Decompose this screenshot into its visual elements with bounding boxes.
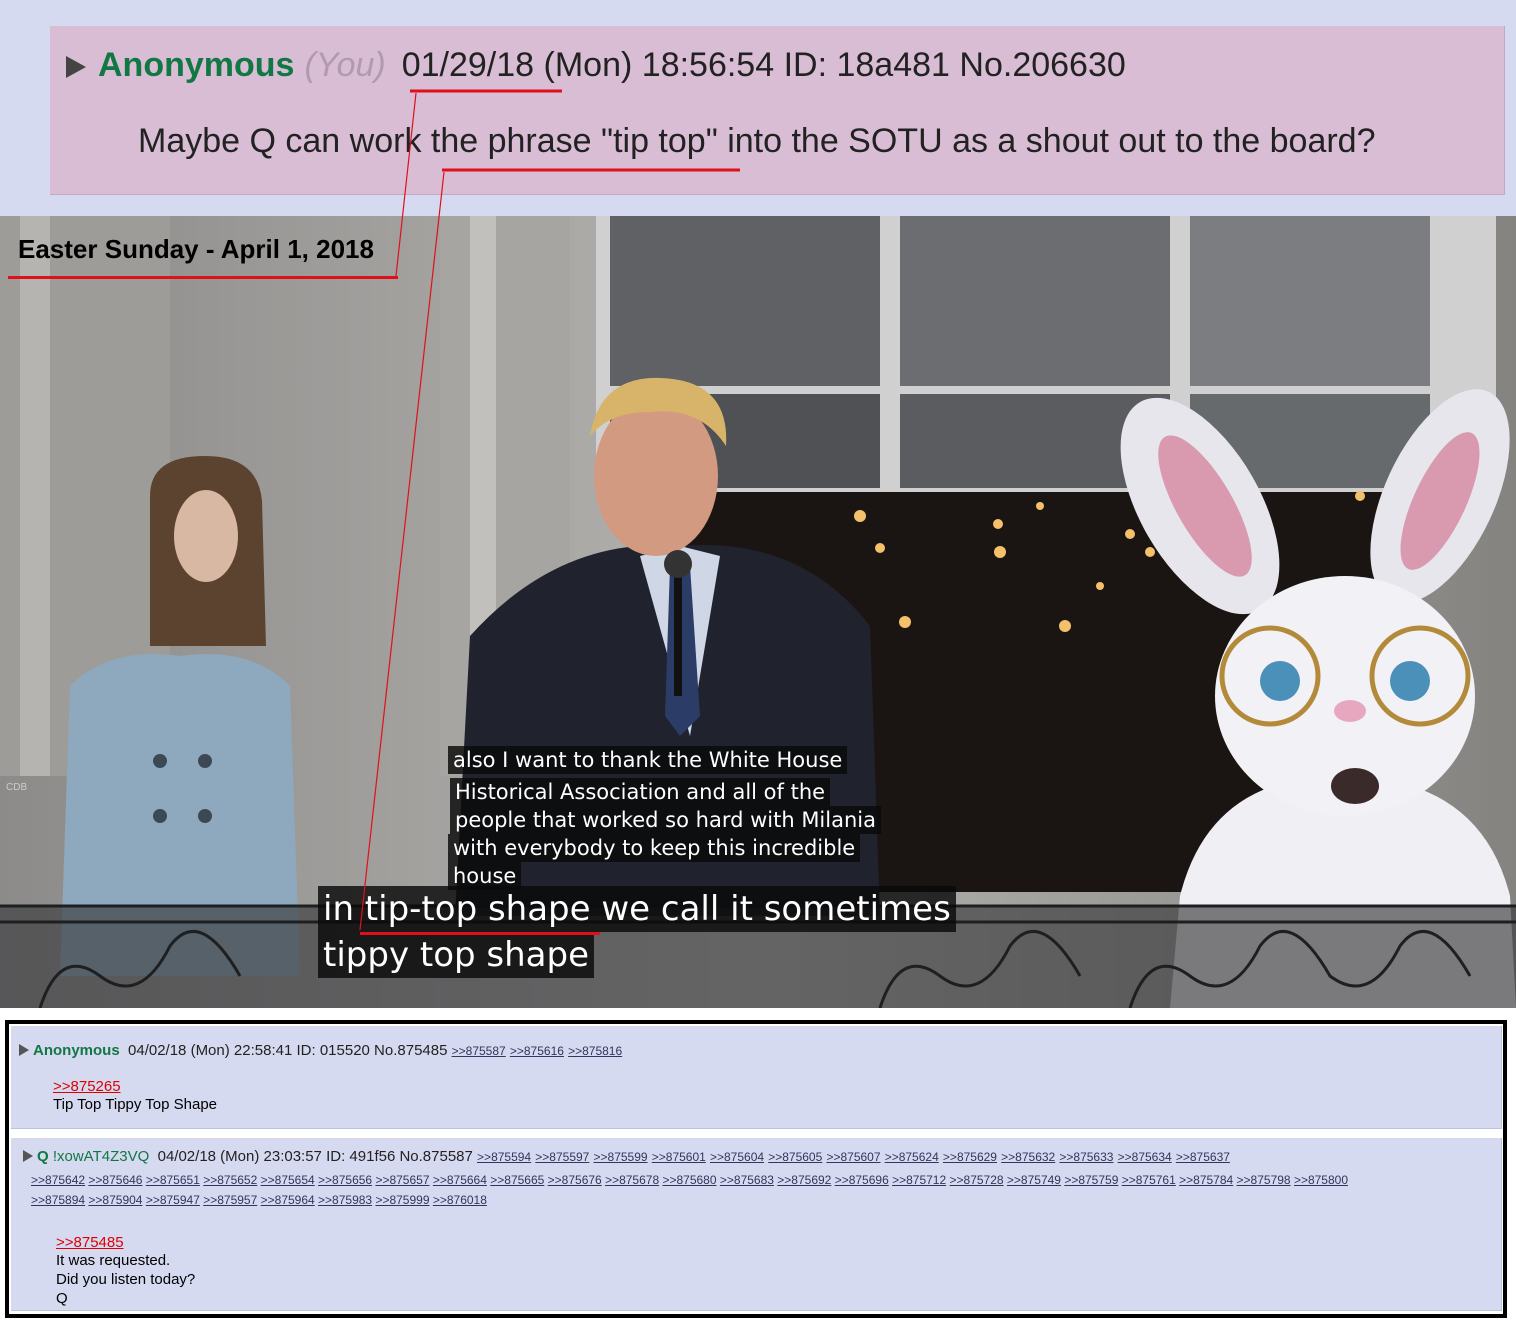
post-text-line-2: Did you listen today? [56, 1271, 196, 1288]
backlink[interactable]: >>875601 [652, 1150, 706, 1164]
backlink[interactable]: >>875728 [950, 1173, 1004, 1187]
backlink[interactable]: >>875964 [261, 1193, 315, 1207]
backlink[interactable]: >>875651 [146, 1173, 200, 1187]
post-text: Tip Top Tippy Top Shape [53, 1096, 218, 1113]
top-post-header: Anonymous (You) 01/29/18 (Mon) 18:56:54 ID… [66, 46, 1126, 85]
backlink[interactable]: >>875654 [261, 1173, 315, 1187]
watermark-logo: CDB [6, 782, 28, 793]
backlink[interactable]: >>875676 [548, 1173, 602, 1187]
reply-post-anonymous: Anonymous 04/02/18 (Mon) 22:58:41 ID: 01… [11, 1026, 1502, 1129]
caption-line-4: with everybody to keep this incredible [448, 834, 861, 862]
post-message: Maybe Q can work the phrase "tip top" in… [138, 122, 1376, 160]
poster-name: Anonymous [33, 1042, 120, 1059]
bottom-posts-box: Anonymous 04/02/18 (Mon) 22:58:41 ID: 01… [5, 1020, 1507, 1318]
poster-name: Anonymous [98, 46, 295, 84]
backlink[interactable]: >>875599 [594, 1150, 648, 1164]
post-header: Anonymous 04/02/18 (Mon) 22:58:41 ID: 01… [19, 1042, 622, 1059]
post-body: >>875265 Tip Top Tippy Top Shape [53, 1078, 217, 1114]
backlink[interactable]: >>875604 [710, 1150, 764, 1164]
backlinks-list: >>875642 >>875646 >>875651 >>875652 >>87… [31, 1170, 1491, 1210]
backlink[interactable]: >>875712 [892, 1173, 946, 1187]
backlink[interactable]: >>875634 [1118, 1150, 1172, 1164]
backlink[interactable]: >>875652 [203, 1173, 257, 1187]
reply-post-q: Q !xowAT4Z3VQ 04/02/18 (Mon) 23:03:57 ID… [11, 1138, 1502, 1311]
large-caption-line-1: in tip-top shape we call it sometimes [318, 886, 956, 932]
caption-line-3: people that worked so hard with Milania [450, 806, 881, 834]
triangle-icon[interactable] [23, 1150, 33, 1162]
backlink[interactable]: >>875656 [318, 1173, 372, 1187]
backlink[interactable]: >>875816 [568, 1044, 622, 1058]
backlink[interactable]: >>875624 [885, 1150, 939, 1164]
backlink[interactable]: >>875800 [1294, 1173, 1348, 1187]
backlink[interactable]: >>875983 [318, 1193, 372, 1207]
backlink[interactable]: >>875607 [826, 1150, 880, 1164]
caption-line-2: Historical Association and all of the [450, 778, 831, 806]
post-number[interactable]: No.875587 [399, 1148, 472, 1165]
post-signature: Q [56, 1290, 68, 1307]
backlink[interactable]: >>875605 [768, 1150, 822, 1164]
post-date: 04/02/18 (Mon) 22:58:41 [128, 1042, 293, 1059]
backlink[interactable]: >>875683 [720, 1173, 774, 1187]
backlink[interactable]: >>875749 [1007, 1173, 1061, 1187]
triangle-icon[interactable] [19, 1044, 29, 1056]
backlink[interactable]: >>875784 [1179, 1173, 1233, 1187]
post-id[interactable]: ID: 491f56 [326, 1148, 395, 1165]
top-post: Anonymous (You) 01/29/18 (Mon) 18:56:54 ID… [50, 26, 1505, 195]
post-time: 18:56:54 [641, 46, 775, 84]
backlink[interactable]: >>875680 [662, 1173, 716, 1187]
triangle-icon[interactable] [66, 56, 86, 79]
you-label: (You) [304, 46, 386, 84]
backlink[interactable]: >>875657 [375, 1173, 429, 1187]
tripcode: !xowAT4Z3VQ [52, 1148, 150, 1165]
backlink[interactable]: >>875664 [433, 1173, 487, 1187]
poster-name: Q [37, 1148, 49, 1165]
post-date: 01/29/18 [401, 46, 535, 84]
post-text-line-1: It was requested. [56, 1252, 171, 1269]
backlink[interactable]: >>876018 [433, 1193, 487, 1207]
quote-link[interactable]: >>875265 [53, 1078, 217, 1095]
backlink[interactable]: >>875759 [1064, 1173, 1118, 1187]
post-number[interactable]: No.875485 [374, 1042, 447, 1059]
backlink[interactable]: >>875637 [1176, 1150, 1230, 1164]
backlink[interactable]: >>875629 [943, 1150, 997, 1164]
large-caption-line-2: tippy top shape [318, 932, 594, 978]
backlink[interactable]: >>875692 [777, 1173, 831, 1187]
date-underline [8, 276, 398, 279]
backlink[interactable]: >>875957 [203, 1193, 257, 1207]
backlink[interactable]: >>875696 [835, 1173, 889, 1187]
post-header: Q !xowAT4Z3VQ 04/02/18 (Mon) 23:03:57 ID… [23, 1148, 1230, 1165]
backlink[interactable]: >>875904 [88, 1193, 142, 1207]
post-day: (Mon) [543, 46, 633, 84]
quote-link[interactable]: >>875485 [56, 1234, 195, 1251]
backlink[interactable]: >>875594 [477, 1150, 531, 1164]
post-id[interactable]: ID: 18a481 [784, 46, 950, 84]
post-date: 04/02/18 (Mon) 23:03:57 [157, 1148, 322, 1165]
backlink[interactable]: >>875587 [452, 1044, 506, 1058]
tip-top-underline [360, 932, 600, 935]
backlink[interactable]: >>875665 [490, 1173, 544, 1187]
backlink[interactable]: >>875894 [31, 1193, 85, 1207]
backlink[interactable]: >>875646 [88, 1173, 142, 1187]
post-id[interactable]: ID: 015520 [296, 1042, 369, 1059]
post-number[interactable]: No.206630 [959, 46, 1125, 84]
backlink[interactable]: >>875999 [375, 1193, 429, 1207]
backlink[interactable]: >>875761 [1122, 1173, 1176, 1187]
backlink[interactable]: >>875616 [510, 1044, 564, 1058]
backlink[interactable]: >>875633 [1059, 1150, 1113, 1164]
date-caption: Easter Sunday - April 1, 2018 [18, 234, 374, 264]
backlink[interactable]: >>875947 [146, 1193, 200, 1207]
video-frame: Easter Sunday - April 1, 2018 also I wan… [0, 216, 1516, 1008]
backlink[interactable]: >>875632 [1001, 1150, 1055, 1164]
backlink[interactable]: >>875597 [535, 1150, 589, 1164]
backlink[interactable]: >>875798 [1237, 1173, 1291, 1187]
caption-line-1: also I want to thank the White House [448, 746, 848, 774]
backlink[interactable]: >>875642 [31, 1173, 85, 1187]
post-body: >>875485 It was requested. Did you liste… [56, 1234, 195, 1308]
backlink[interactable]: >>875678 [605, 1173, 659, 1187]
